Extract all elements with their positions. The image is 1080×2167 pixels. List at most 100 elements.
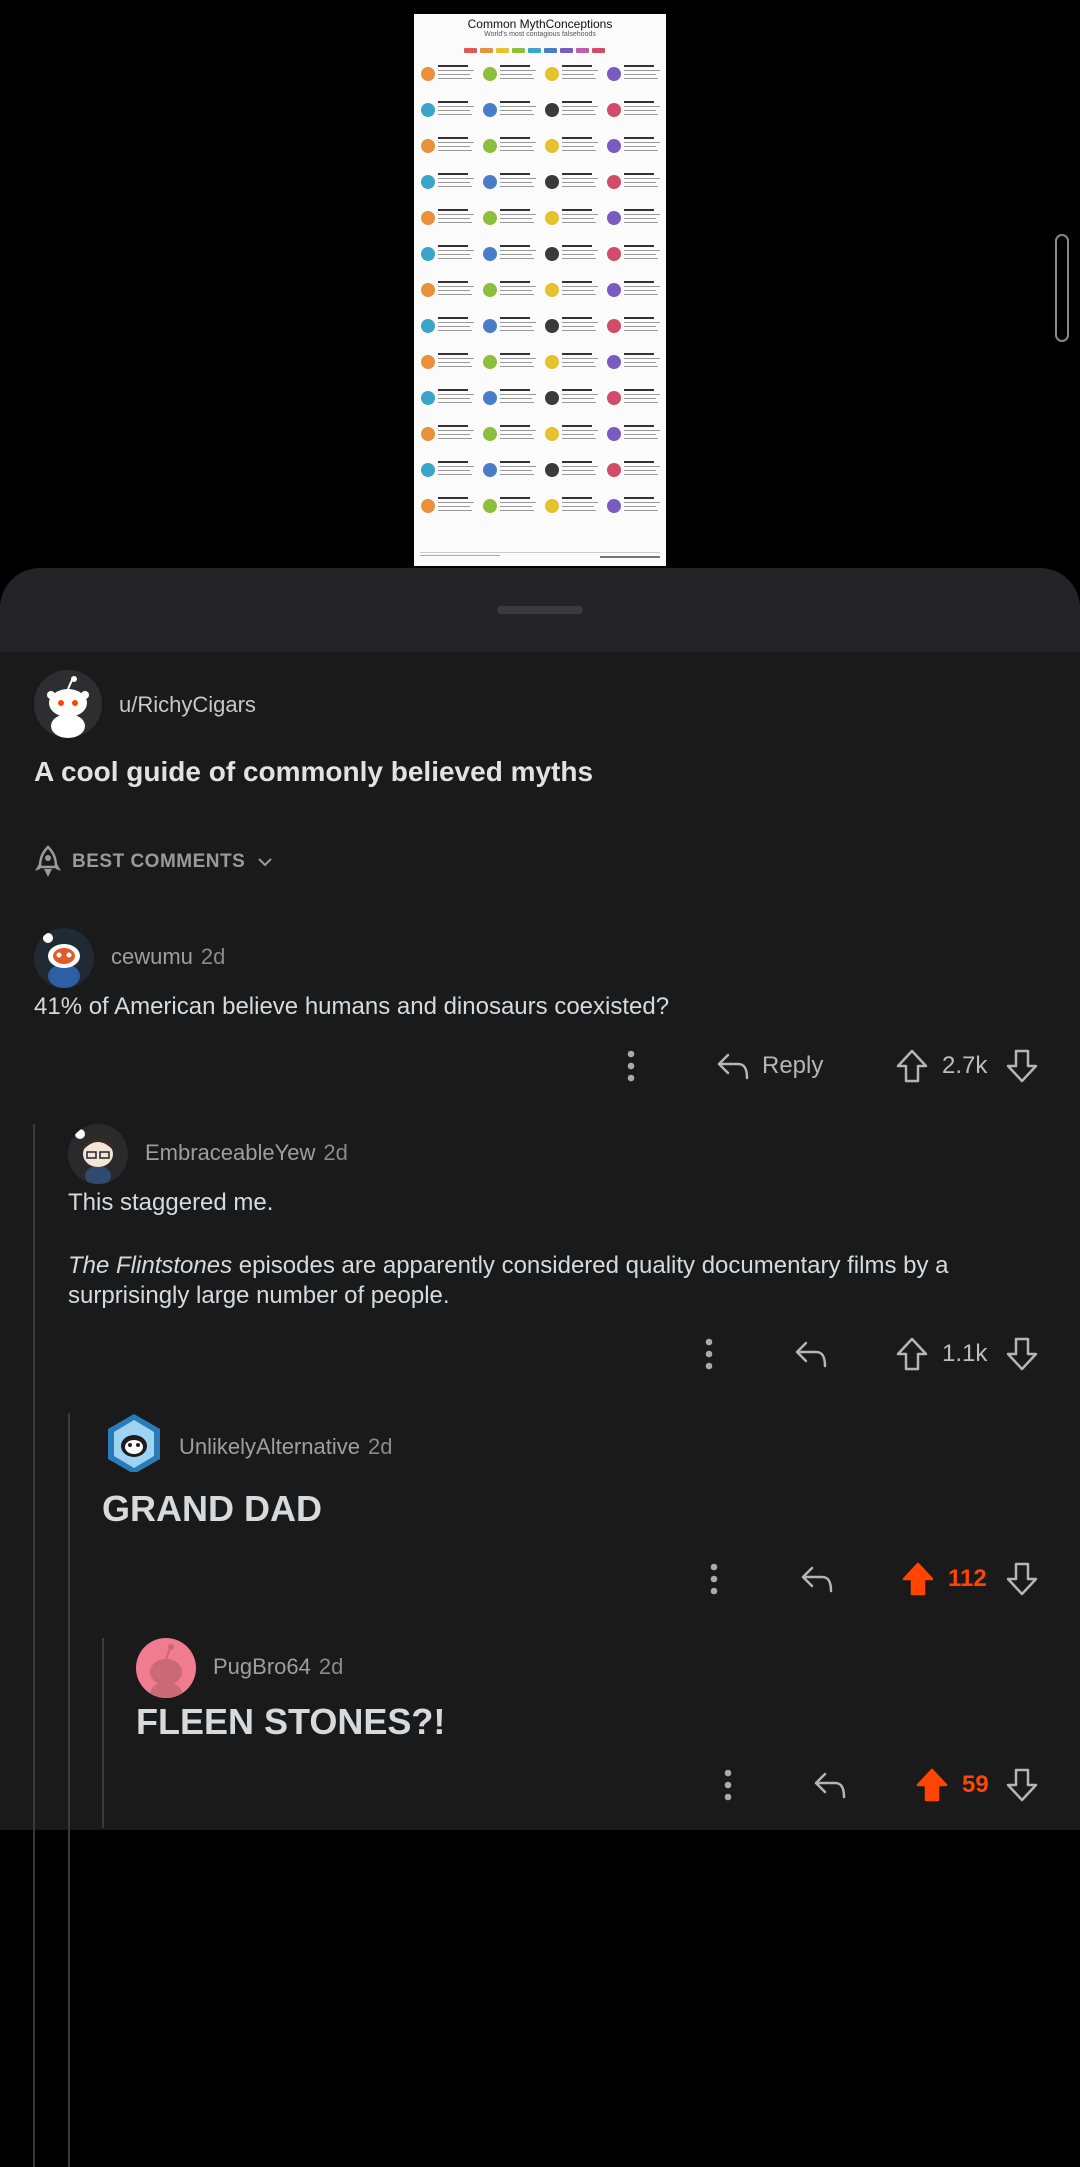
myth-entry [420,492,478,524]
downvote-icon[interactable] [1006,1562,1038,1596]
upvote-icon[interactable] [896,1049,928,1083]
comment-author[interactable]: PugBro64 2d [213,1654,343,1680]
legend-swatch [576,48,589,53]
myth-entry [420,384,478,416]
myth-entry [606,240,664,272]
myth-entry [482,312,540,344]
myth-entry [544,132,602,164]
comment-author[interactable]: UnlikelyAlternative 2d [179,1434,392,1460]
avatar[interactable] [34,928,94,988]
avatar[interactable] [136,1638,196,1698]
reply-icon [813,1770,847,1800]
myth-entry [606,348,664,380]
myth-entry [544,240,602,272]
avatar[interactable] [34,670,102,738]
chevron-down-icon [257,857,273,867]
reply-button[interactable] [813,1770,847,1800]
italic-text: The Flintstones [68,1252,233,1279]
vote-controls: 1.1k [896,1335,1038,1373]
reply-button[interactable] [794,1339,828,1369]
sheet-header [0,568,1080,652]
comment-age: 2d [200,944,226,969]
post-author[interactable]: u/RichyCigars [119,692,256,718]
myth-entry [482,60,540,92]
upvote-icon[interactable] [916,1768,948,1802]
sort-selector[interactable]: BEST COMMENTS [34,844,273,880]
thread-line[interactable] [68,1413,70,2167]
vote-controls: 2.7k [896,1047,1038,1085]
myth-entry [544,276,602,308]
poster-title: Common MythConceptions [467,17,613,31]
myth-entry [544,312,602,344]
comments-sheet: u/RichyCigars A cool guide of commonly b… [0,568,1080,2167]
myth-entry [544,348,602,380]
myth-entry [544,168,602,200]
myth-entry [606,132,664,164]
myth-entry [606,168,664,200]
more-options-icon[interactable] [704,1337,714,1371]
comment-body: GRAND DAD [102,1488,322,1529]
legend-swatch [592,48,605,53]
reply-icon [716,1051,750,1081]
legend-swatch [496,48,509,53]
myth-entry [482,132,540,164]
rocket-icon [34,845,62,879]
comment-author[interactable]: cewumu 2d [111,944,225,970]
myth-entry [420,312,478,344]
poster-footer [420,552,660,563]
infographic-image[interactable]: Common MythConceptions World's most cont… [414,14,666,566]
more-options-icon[interactable] [723,1768,733,1802]
comment-age: 2d [323,1140,348,1165]
myth-entry [420,96,478,128]
upvote-icon[interactable] [902,1562,934,1596]
media-viewer[interactable]: Common MythConceptions World's most cont… [0,0,1080,570]
comment-body: This staggered me. [68,1189,274,1216]
legend-swatch [544,48,557,53]
myth-entry [606,60,664,92]
myth-entry [420,348,478,380]
reply-button[interactable]: Reply [716,1049,823,1083]
myth-entry [544,60,602,92]
comment-body-paragraph: The Flintstones episodes are apparently … [68,1251,1028,1311]
downvote-icon[interactable] [1006,1337,1038,1371]
upvote-icon[interactable] [896,1337,928,1371]
drag-handle[interactable] [497,606,583,614]
myth-entry [606,312,664,344]
myth-entry [420,276,478,308]
myth-entry [606,492,664,524]
comment-age: 2d [318,1654,344,1679]
myth-entry [544,96,602,128]
myth-entry [420,240,478,272]
myth-entry [544,456,602,488]
comment-author[interactable]: EmbraceableYew 2d [145,1140,348,1166]
myth-entry [606,204,664,236]
reply-label: Reply [762,1052,824,1079]
myth-entry [420,132,478,164]
myth-entry [544,384,602,416]
myth-entry [482,456,540,488]
legend-swatch [464,48,477,53]
thread-line[interactable] [33,1124,35,2167]
downvote-icon[interactable] [1006,1768,1038,1802]
vote-score: 2.7k [942,1052,988,1079]
downvote-icon[interactable] [1006,1049,1038,1083]
reply-icon [794,1339,828,1369]
avatar[interactable] [102,1412,162,1472]
more-options-icon[interactable] [709,1562,719,1596]
vote-controls: 112 [902,1560,1038,1598]
myth-entry [420,420,478,452]
myth-entry [420,456,478,488]
legend-swatch [560,48,573,53]
avatar[interactable] [68,1124,128,1184]
poster-subtitle: World's most contagious falsehoods [484,31,596,38]
reply-button[interactable] [800,1564,834,1594]
myth-entry [420,204,478,236]
myth-entry [482,276,540,308]
thread-line[interactable] [102,1638,104,1828]
myth-entry [420,60,478,92]
scrollbar[interactable] [1055,234,1069,342]
more-options-icon[interactable] [626,1049,636,1083]
comment-age: 2d [367,1434,393,1459]
myth-entry [482,240,540,272]
myth-entry [544,492,602,524]
